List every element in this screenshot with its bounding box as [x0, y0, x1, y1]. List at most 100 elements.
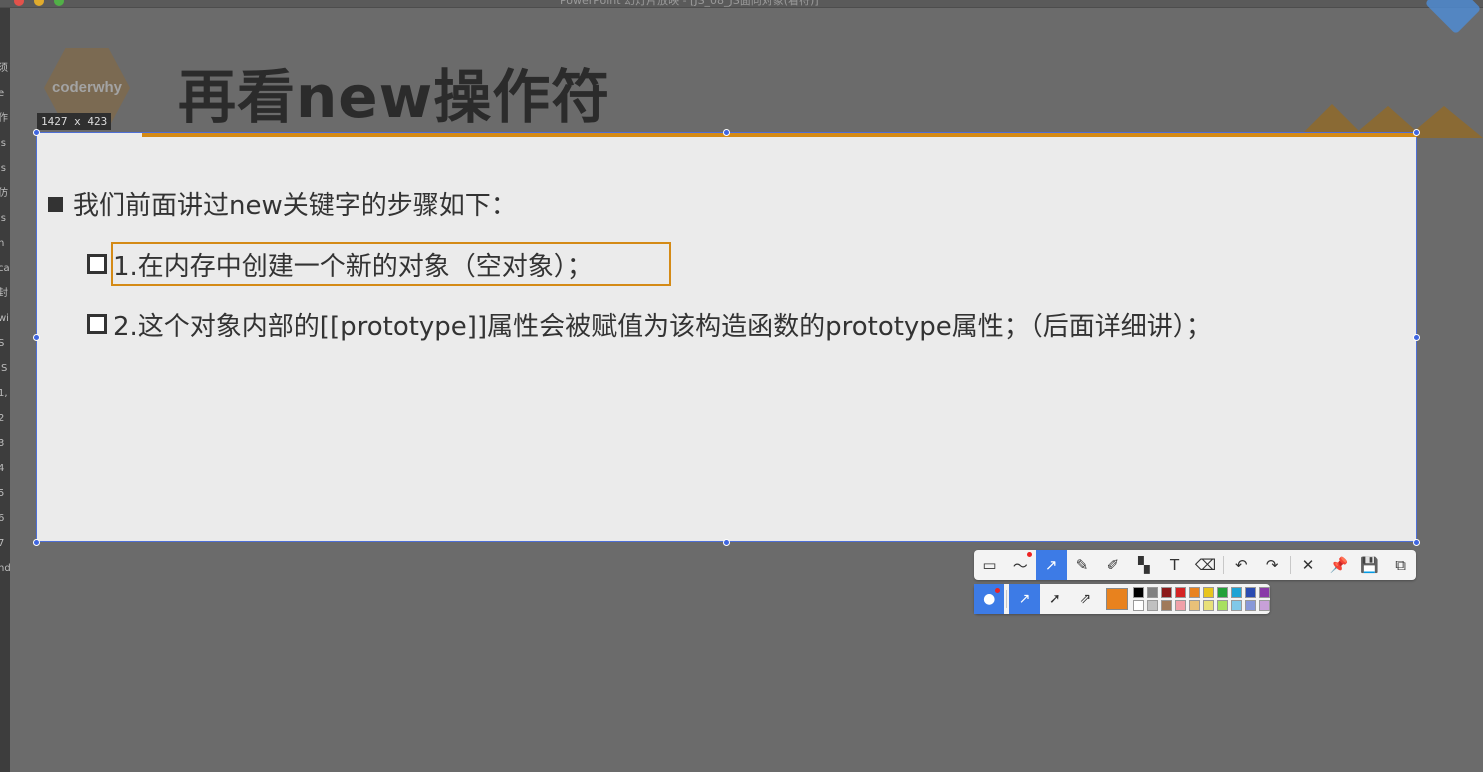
resize-handle-e[interactable]	[1413, 334, 1420, 341]
rect-tool-glyph: ▭	[982, 556, 997, 574]
left-strip-char: ca	[0, 263, 10, 274]
color-swatch[interactable]	[1161, 587, 1173, 598]
left-strip-char: 作	[0, 113, 8, 124]
redo-icon[interactable]: ↷	[1257, 550, 1288, 580]
left-strip-char: 5	[0, 488, 5, 499]
color-swatch[interactable]	[1259, 600, 1271, 611]
left-editor-strip: 须 e 作 js js 仿 js h ca 封 wi S IS 1, 2 3 4 5 6 7 nd	[0, 8, 10, 772]
left-strip-char: h	[0, 238, 5, 249]
color-swatch[interactable]	[1231, 587, 1243, 598]
window-titlebar: PowerPoint 幻灯片放映 - [JS_08_JS面向对象(看符)]	[0, 0, 1483, 8]
slide-rule	[142, 133, 1417, 137]
marker-tool-icon[interactable]: ✐	[1097, 550, 1128, 580]
color-swatch[interactable]	[1245, 587, 1257, 598]
copy-icon[interactable]: ⧉	[1385, 550, 1416, 580]
left-strip-char: js	[0, 213, 6, 224]
stroke-size-dot-icon[interactable]: ●	[974, 584, 1005, 614]
zoom-window-button[interactable]	[54, 0, 64, 6]
color-swatch[interactable]	[1133, 600, 1145, 611]
text-tool-icon[interactable]: T	[1159, 550, 1190, 580]
left-strip-char: 4	[0, 463, 5, 474]
arrow-style-filled-icon[interactable]: ➚	[1040, 584, 1070, 614]
save-icon[interactable]: 💾	[1354, 550, 1385, 580]
pin-glyph: 📌	[1329, 556, 1349, 574]
arrow-tool-glyph: ↗	[1044, 556, 1058, 574]
close-window-button[interactable]	[14, 0, 24, 6]
color-swatch[interactable]	[1259, 587, 1271, 598]
main-bullet: 我们前面讲过new关键字的步骤如下：	[48, 185, 517, 222]
color-swatch[interactable]	[1147, 600, 1159, 611]
mosaic-tool-glyph: ▚	[1137, 556, 1150, 574]
main-bullet-text: 我们前面讲过new关键字的步骤如下：	[73, 191, 517, 221]
sub-bullet-text: 2.这个对象内部的[[prototype]]属性会被赋值为该构造函数的proto…	[113, 312, 1212, 342]
eraser-tool-glyph: ⌫	[1194, 556, 1217, 574]
resize-handle-s[interactable]	[723, 539, 730, 546]
freehand-tool-icon[interactable]: 〜	[1005, 550, 1036, 580]
resize-handle-w[interactable]	[33, 334, 40, 341]
color-swatch[interactable]	[1189, 600, 1201, 611]
left-strip-char: S	[0, 338, 5, 349]
left-strip-char: js	[0, 138, 6, 149]
rect-tool-icon[interactable]: ▭	[974, 550, 1005, 580]
arrow-tool-icon[interactable]: ↗	[1035, 550, 1067, 580]
left-strip-char: e	[0, 88, 5, 99]
capture-selection[interactable]: 我们前面讲过new关键字的步骤如下： 1.在内存中创建一个新的对象（空对象）； …	[36, 132, 1417, 542]
pin-icon[interactable]: 📌	[1323, 550, 1354, 580]
color-swatch[interactable]	[1231, 600, 1243, 611]
logo-text: coderwhy	[51, 79, 123, 96]
left-strip-char: 2	[0, 413, 5, 424]
left-strip-char: 仿	[0, 188, 8, 199]
color-swatch[interactable]	[1133, 587, 1145, 598]
current-color-swatch[interactable]	[1106, 588, 1129, 610]
left-strip-char: IS	[0, 363, 8, 374]
close-glyph: ✕	[1301, 556, 1315, 574]
left-strip-char: 7	[0, 538, 5, 549]
pen-tool-glyph: ✎	[1075, 556, 1089, 574]
left-strip-char: 须	[0, 63, 8, 74]
resize-handle-n[interactable]	[723, 129, 730, 136]
color-swatch[interactable]	[1203, 587, 1215, 598]
arrow-style-thin-icon[interactable]: ↗	[1009, 584, 1040, 614]
selection-size-label: 1427 x 423	[37, 113, 112, 130]
window-title: PowerPoint 幻灯片放映 - [JS_08_JS面向对象(看符)]	[560, 0, 819, 7]
slide-title: 再看new操作符	[178, 63, 611, 131]
filled-square-bullet-icon	[48, 197, 63, 212]
resize-handle-sw[interactable]	[33, 539, 40, 546]
color-swatch[interactable]	[1147, 587, 1159, 598]
left-strip-char: 3	[0, 438, 5, 449]
resize-handle-se[interactable]	[1413, 539, 1420, 546]
freehand-tool-glyph: 〜	[1012, 556, 1028, 575]
redo-glyph: ↷	[1265, 556, 1279, 574]
pen-tool-icon[interactable]: ✎	[1067, 550, 1098, 580]
color-swatch[interactable]	[1161, 600, 1173, 611]
highlight-rectangle[interactable]	[111, 242, 671, 286]
color-palette	[1133, 587, 1271, 611]
close-icon[interactable]: ✕	[1293, 550, 1324, 580]
left-strip-char: 6	[0, 513, 5, 524]
arrow-options-bar: ● ↗ ➚ ⇗	[974, 584, 1271, 614]
resize-handle-ne[interactable]	[1413, 129, 1420, 136]
color-swatch[interactable]	[1203, 600, 1215, 611]
minimize-window-button[interactable]	[34, 0, 44, 6]
eraser-tool-icon[interactable]: ⌫	[1190, 550, 1221, 580]
copy-glyph: ⧉	[1395, 556, 1406, 574]
open-square-bullet-icon	[87, 314, 107, 334]
color-swatch[interactable]	[1217, 600, 1229, 611]
left-strip-char: nd	[0, 563, 10, 574]
color-swatch[interactable]	[1175, 600, 1187, 611]
color-swatch[interactable]	[1217, 587, 1229, 598]
undo-glyph: ↶	[1235, 556, 1248, 574]
save-glyph: 💾	[1360, 556, 1380, 574]
arrow-style-outline-icon[interactable]: ⇗	[1070, 584, 1100, 614]
color-swatch[interactable]	[1189, 587, 1201, 598]
undo-icon[interactable]: ↶	[1226, 550, 1257, 580]
app-badge-icon	[1424, 0, 1482, 35]
color-swatch[interactable]	[1245, 600, 1257, 611]
sub-bullet-2: 2.这个对象内部的[[prototype]]属性会被赋值为该构造函数的proto…	[87, 306, 1212, 343]
color-swatch[interactable]	[1175, 587, 1187, 598]
mosaic-tool-icon[interactable]: ▚	[1128, 550, 1159, 580]
left-strip-char: wi	[0, 313, 9, 324]
resize-handle-nw[interactable]	[33, 129, 40, 136]
text-tool-glyph: T	[1170, 556, 1180, 574]
marker-tool-glyph: ✐	[1106, 556, 1120, 574]
